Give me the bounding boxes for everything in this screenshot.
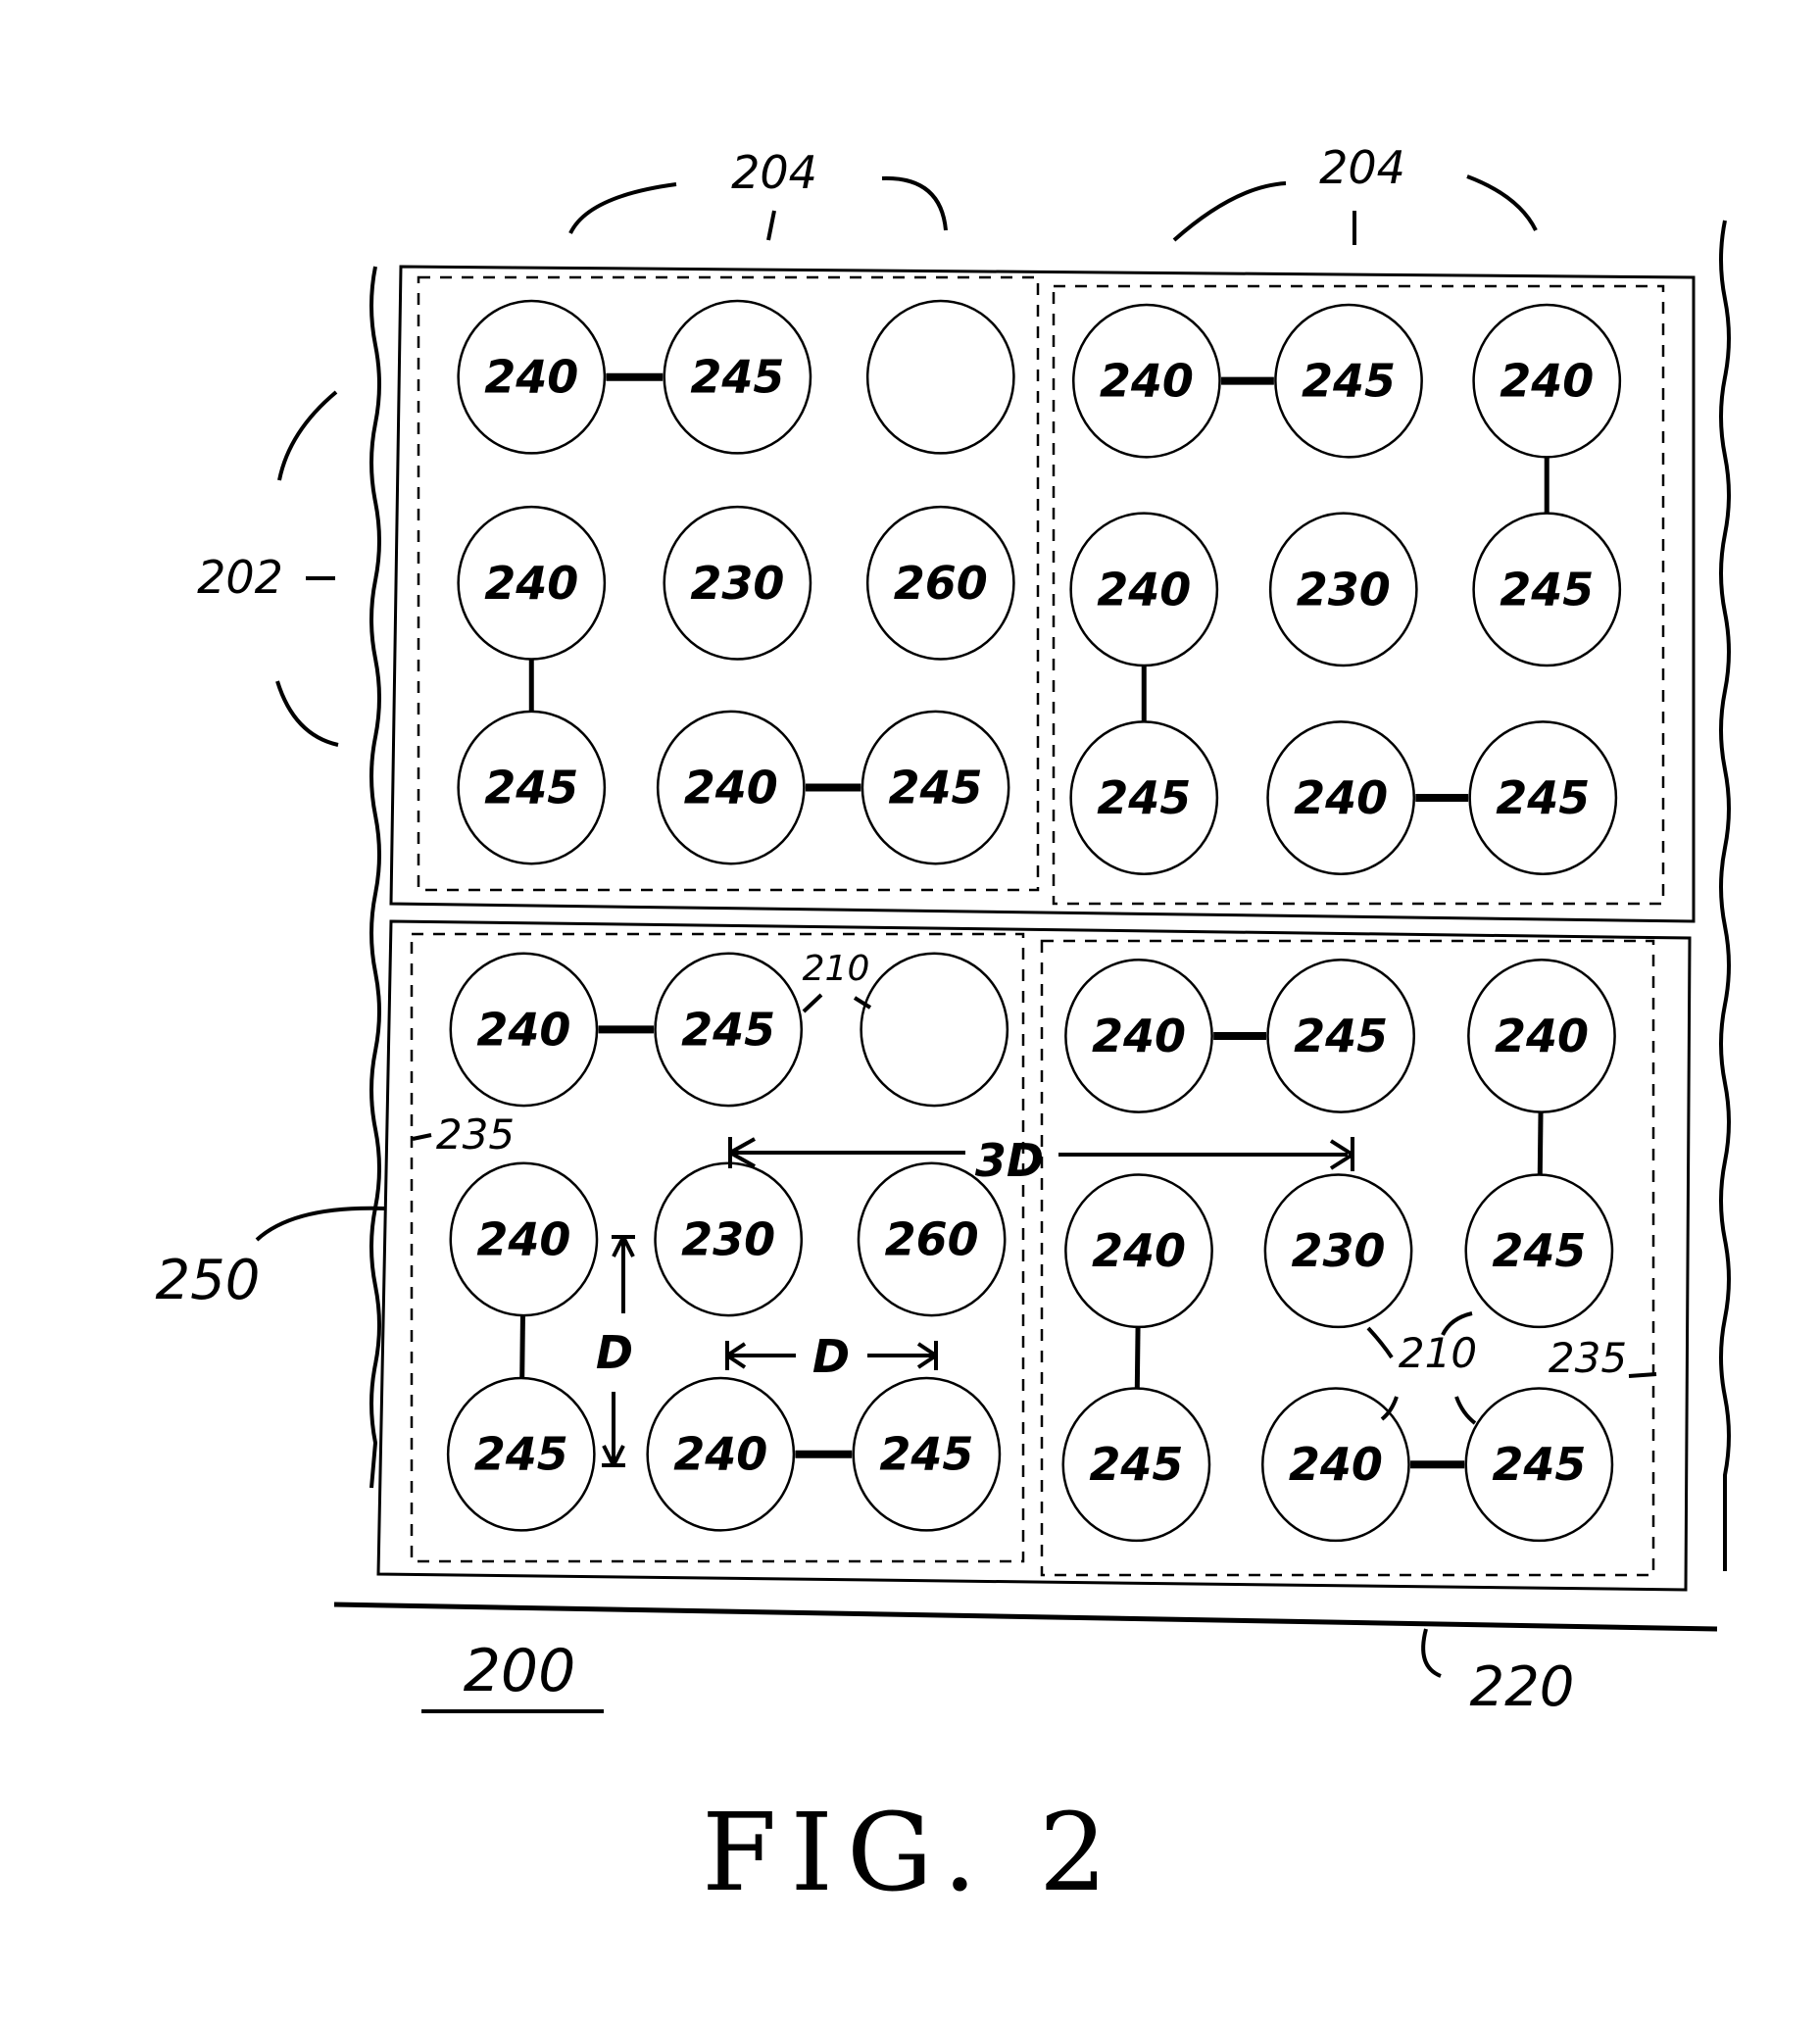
- callout-235-right: 235: [1549, 1334, 1627, 1382]
- callout-202: 202: [197, 551, 283, 604]
- callout-235-left: 235: [436, 1110, 515, 1159]
- component-label: 240: [684, 762, 778, 814]
- component-label: 240: [484, 351, 578, 404]
- bracket-204-left-a: [568, 182, 677, 234]
- connector-bottom-right-1: [1537, 1110, 1544, 1177]
- callout-220: 220: [1470, 1655, 1575, 1719]
- component-label: 240: [1092, 1010, 1186, 1062]
- component-label: 245: [1492, 1224, 1586, 1277]
- dimension-block-span: 3D: [975, 1134, 1044, 1187]
- figure-reference-numeral: 200: [464, 1637, 576, 1705]
- connector-bottom-right-2: [1134, 1325, 1141, 1391]
- component-label: 245: [1089, 1438, 1183, 1491]
- bracket-204-right-a: [1172, 181, 1287, 242]
- bracket-204-right-b: [1466, 174, 1538, 231]
- substrate-bottom-edge: [333, 1602, 1718, 1632]
- substrate-left-edge: [369, 266, 381, 1489]
- leader-204-left: [766, 210, 776, 241]
- component-label: 230: [681, 1212, 775, 1265]
- component-label: 230: [1297, 563, 1391, 616]
- component-label: 245: [889, 762, 983, 814]
- component-label: 245: [1496, 771, 1590, 824]
- component-empty: [860, 952, 1009, 1108]
- component-label: 245: [1500, 563, 1594, 616]
- leader-235-right: [1628, 1372, 1657, 1378]
- component-empty: [865, 299, 1015, 455]
- component-label: 240: [1097, 563, 1191, 616]
- dimension-vertical-pitch: D: [596, 1326, 633, 1379]
- component-label: 245: [1492, 1438, 1586, 1491]
- component-label: 240: [1495, 1010, 1589, 1062]
- component-label: 245: [879, 1428, 973, 1481]
- connector-bottom-left-1: [519, 1313, 525, 1380]
- component-label: 245: [1302, 355, 1396, 408]
- callout-210-top: 210: [803, 949, 870, 989]
- component-label: 245: [484, 762, 578, 814]
- component-label: 245: [474, 1428, 568, 1481]
- component-label: 260: [885, 1212, 979, 1265]
- patent-figure: 240 245 240 230 260 245 240 245 240 245 240 240 230 2…: [156, 141, 1731, 1915]
- component-label: 245: [1294, 1010, 1388, 1062]
- component-label: 240: [476, 1003, 570, 1056]
- leader-250: [255, 1206, 385, 1242]
- leader-210-bottom-a: [1366, 1326, 1394, 1359]
- leader-235-left: [412, 1133, 432, 1141]
- component-label: 245: [1097, 771, 1191, 824]
- component-label: 240: [1100, 355, 1194, 408]
- bracket-202-a: [277, 390, 338, 481]
- component-label: 230: [690, 557, 784, 610]
- component-label: 245: [681, 1003, 775, 1056]
- bracket-202-b: [275, 680, 339, 747]
- component-label: 240: [476, 1212, 570, 1265]
- dimension-horizontal-pitch: D: [812, 1330, 850, 1383]
- leader-210-top: [802, 993, 823, 1013]
- component-label: 240: [673, 1428, 767, 1481]
- callout-210-bottom: 210: [1399, 1329, 1477, 1377]
- bracket-204-left-b: [881, 175, 948, 231]
- component-label: 260: [894, 557, 988, 610]
- component-label: 230: [1292, 1224, 1386, 1277]
- leader-210-bottom-d: [1454, 1396, 1477, 1425]
- component-label: 240: [1500, 355, 1594, 408]
- substrate-right-edge: [1719, 220, 1731, 1571]
- callout-204-right: 204: [1319, 141, 1405, 194]
- callout-204-left: 204: [731, 146, 817, 199]
- figure-title: FIG. 2: [702, 1790, 1121, 1915]
- component-label: 240: [1092, 1224, 1186, 1277]
- component-label: 240: [1294, 771, 1388, 824]
- callout-250: 250: [156, 1249, 261, 1312]
- component-label: 240: [1289, 1438, 1383, 1491]
- component-label: 240: [484, 557, 578, 610]
- leader-220: [1421, 1628, 1442, 1678]
- component-label: 245: [690, 351, 784, 404]
